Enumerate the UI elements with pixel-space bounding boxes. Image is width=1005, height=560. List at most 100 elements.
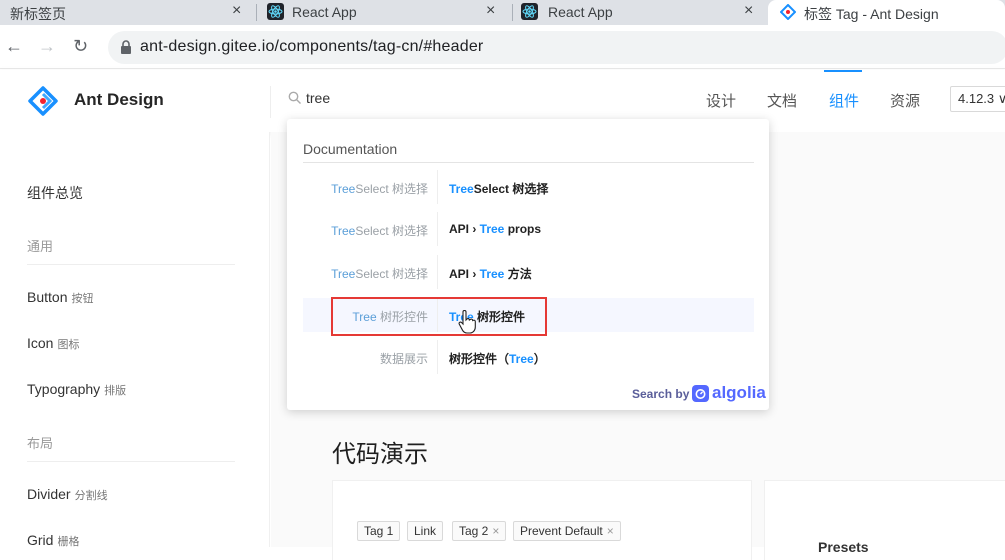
result-title-highlight: Tree [449, 182, 474, 196]
lock-icon[interactable] [120, 40, 132, 54]
result-row[interactable]: TreeSelect 树选择 TreeSelect 树选择 [303, 170, 754, 204]
result-hierarchy-text: Select 树选择 [355, 182, 428, 196]
tag-prevent-default[interactable]: Prevent Default × [513, 521, 621, 541]
result-title-highlight: Tree [509, 352, 534, 366]
result-hierarchy: TreeSelect 树选择 [331, 180, 428, 197]
nav-docs[interactable]: 文档 [767, 90, 797, 111]
result-hierarchy-highlight: Tree [331, 182, 356, 196]
sidebar-item-typography[interactable]: Typography 排版 [27, 381, 126, 398]
result-hierarchy-highlight: Tree [331, 267, 356, 281]
result-title-prefix: API › [449, 222, 480, 236]
nav-active-indicator [824, 70, 862, 72]
sidebar-group-layout: 布局 [27, 436, 54, 451]
algolia-brand[interactable]: algolia [712, 383, 766, 403]
result-title-highlight: Tree [479, 267, 505, 281]
annotation-highlight-box [331, 297, 547, 336]
back-icon[interactable]: ← [5, 36, 23, 57]
divider [437, 255, 438, 289]
sidebar-item-divider[interactable]: Divider 分割线 [27, 486, 108, 503]
hand-cursor-icon [458, 310, 476, 334]
divider [437, 212, 438, 246]
sidebar-item-button[interactable]: Button 按钮 [27, 289, 93, 306]
reload-icon[interactable]: ↻ [73, 36, 88, 57]
section-title: 代码演示 [332, 441, 428, 468]
tag-2[interactable]: Tag 2 × [452, 521, 507, 541]
tag-1[interactable]: Tag 1 [357, 521, 401, 541]
result-title-prefix: API › [449, 267, 480, 281]
tag-close-icon[interactable]: × [607, 524, 614, 538]
search-by-label: Search by [632, 387, 690, 401]
search-results-dropdown: Documentation TreeSelect 树选择 TreeSelect … [287, 119, 769, 410]
result-title-text: 方法 [504, 267, 532, 281]
result-title: 树形控件（Tree） [449, 350, 546, 367]
result-hierarchy-text: Select 树选择 [355, 224, 428, 238]
ant-design-logo-icon[interactable] [27, 85, 59, 117]
sidebar-group-general: 通用 [27, 239, 54, 254]
result-hierarchy: TreeSelect 树选择 [331, 222, 428, 239]
browser-tab-react-1[interactable]: React App × [257, 0, 511, 25]
tag-link[interactable]: Link [407, 521, 444, 541]
presets-title: Presets [818, 539, 869, 555]
divider [437, 170, 438, 204]
tag-label: Tag 1 [364, 524, 394, 538]
header-divider [270, 86, 271, 118]
tab-close-icon[interactable]: × [486, 2, 495, 20]
divider [437, 340, 438, 374]
results-category: Documentation [303, 141, 398, 157]
sidebar-item-sub: 图标 [57, 339, 80, 351]
nav-components[interactable]: 组件 [829, 90, 859, 111]
result-row[interactable]: 数据展示 树形控件（Tree） [303, 340, 754, 374]
sidebar-item-label: Typography [27, 381, 101, 397]
tag-label: Tag 2 [459, 524, 489, 538]
tag-label: Link [414, 524, 437, 538]
browser-toolbar: ← → ↻ ant-design.gitee.io/components/tag… [0, 25, 1005, 69]
search-icon [288, 91, 302, 105]
url-text[interactable]: ant-design.gitee.io/components/tag-cn/#h… [140, 38, 483, 56]
search-input[interactable] [306, 90, 666, 106]
sidebar-item-label: Icon [27, 335, 54, 351]
result-title-text: props [504, 222, 542, 236]
result-hierarchy-highlight: Tree [331, 224, 356, 238]
tab-title: React App [548, 4, 613, 20]
divider [27, 264, 235, 265]
sidebar-item-label: Button [27, 289, 68, 305]
sidebar-item-sub: 分割线 [74, 490, 108, 502]
result-row[interactable]: TreeSelect 树选择 API › Tree props [303, 212, 754, 246]
browser-tab-ant-design[interactable]: 标签 Tag - Ant Design [768, 0, 1005, 25]
demo-card: Tag 1 Link Tag 2 × Prevent Default × [332, 480, 752, 560]
tag-label: Prevent Default [520, 524, 603, 538]
address-bar[interactable]: ant-design.gitee.io/components/tag-cn/#h… [108, 31, 1005, 64]
sidebar-item-label: Divider [27, 486, 71, 502]
result-title-prefix: 树形控件（ [449, 352, 510, 366]
result-title-text: ） [533, 352, 546, 366]
sidebar-item-sub: 栅格 [57, 536, 80, 548]
nav-design[interactable]: 设计 [706, 90, 736, 111]
result-title: API › Tree 方法 [449, 265, 532, 282]
result-title-highlight: Tree [479, 222, 505, 236]
forward-icon[interactable]: → [38, 36, 56, 57]
tab-title: 新标签页 [10, 6, 66, 22]
sidebar-item-grid[interactable]: Grid 栅格 [27, 532, 79, 549]
tab-close-icon[interactable]: × [232, 2, 241, 20]
tab-title: React App [292, 4, 357, 20]
nav-resources[interactable]: 资源 [890, 90, 920, 111]
brand-name[interactable]: Ant Design [74, 90, 164, 110]
tab-title: 标签 Tag - Ant Design [804, 6, 939, 22]
tab-close-icon[interactable]: × [744, 2, 753, 20]
result-title: API › Tree props [449, 222, 541, 236]
result-row[interactable]: TreeSelect 树选择 API › Tree 方法 [303, 255, 754, 289]
result-hierarchy-text: 数据展示 [379, 352, 428, 366]
ant-design-favicon [779, 3, 797, 21]
demo-card: Presets [764, 480, 1005, 560]
sidebar-item-sub: 排版 [104, 385, 127, 397]
tag-close-icon[interactable]: × [492, 524, 499, 538]
result-hierarchy-text: Select 树选择 [355, 267, 428, 281]
browser-tab-react-2[interactable]: React App × [513, 0, 767, 25]
sidebar-item-overview[interactable]: 组件总览 [27, 183, 83, 203]
sidebar-item-icon[interactable]: Icon 图标 [27, 335, 79, 352]
browser-tab-new[interactable]: 新标签页 × [0, 0, 255, 25]
sidebar-item-label: Grid [27, 532, 54, 548]
version-select[interactable]: 4.12.3 ∨ [950, 86, 1005, 112]
sidebar-item-sub: 按钮 [71, 293, 94, 305]
algolia-logo-icon[interactable] [692, 385, 709, 402]
